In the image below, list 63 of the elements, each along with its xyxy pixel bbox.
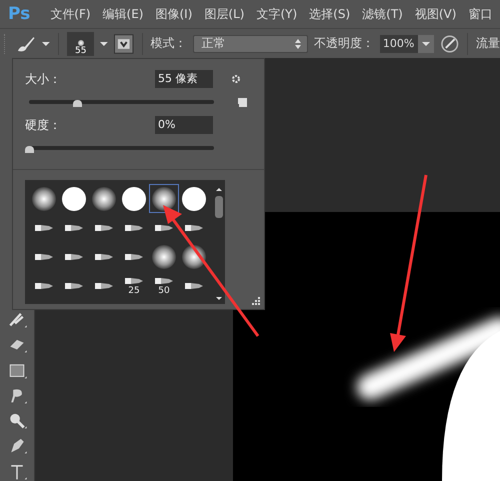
brush-size-label: 25 — [128, 286, 140, 296]
size-field[interactable]: 55 像素 — [155, 70, 213, 88]
menu-item[interactable]: 文字(Y) — [256, 6, 298, 22]
slider-thumb[interactable] — [73, 100, 82, 107]
brush-tip-icon — [65, 252, 83, 262]
brush-tip-icon — [155, 222, 173, 232]
slider-thumb[interactable] — [25, 146, 34, 153]
app-logo: Ps — [8, 4, 30, 24]
brush-tip-icon — [155, 276, 173, 286]
new-preset-icon[interactable] — [236, 96, 248, 108]
opacity-label: 不透明度： — [314, 35, 374, 52]
menu-item[interactable]: 图层(L) — [204, 6, 244, 22]
brush-panel-toggle-icon[interactable] — [114, 34, 134, 54]
menu-item[interactable]: 选择(S) — [309, 6, 350, 22]
brush-size-label: 50 — [158, 286, 170, 296]
menu-item[interactable]: 滤镜(T) — [362, 6, 403, 22]
flow-label: 流量 — [476, 35, 500, 52]
brush-tip-icon — [65, 280, 83, 290]
brush-tip-icon — [35, 280, 53, 290]
caret-icon[interactable] — [42, 40, 50, 46]
airbrush-icon[interactable] — [440, 34, 460, 54]
brush-tip-icon — [125, 276, 143, 286]
hard-brush-icon — [62, 186, 86, 210]
mode-dropdown[interactable]: 正常 — [192, 34, 308, 52]
caret-icon — [422, 40, 430, 46]
brush-tip-icon — [35, 252, 53, 262]
soft-brush-icon — [32, 186, 56, 210]
size-label: 大小： — [25, 70, 62, 88]
brush-tip-icon — [35, 222, 53, 232]
brush-preset-picker[interactable]: 55 — [67, 32, 94, 56]
resize-grip-icon[interactable] — [252, 297, 261, 306]
opacity-field[interactable]: 100% — [380, 34, 418, 52]
opacity-dropdown-button[interactable] — [418, 34, 434, 52]
caret-icon[interactable] — [100, 40, 108, 46]
hard-brush-icon — [182, 186, 206, 210]
brush-tip-icon — [185, 280, 203, 290]
menu-item[interactable]: 文件(F) — [50, 6, 91, 22]
scroll-thumb[interactable] — [215, 196, 223, 218]
brush-preset[interactable]: 50 — [149, 271, 179, 300]
brush-tip-icon — [95, 252, 113, 262]
size-slider[interactable] — [29, 100, 214, 104]
hardness-field[interactable]: 0% — [155, 116, 213, 134]
soft-brush-icon — [152, 186, 176, 210]
brush-tip-icon — [125, 222, 143, 232]
settings-icon[interactable] — [229, 73, 243, 85]
brush-tip-icon — [95, 280, 113, 290]
soft-brush-icon — [92, 186, 116, 210]
brush-preset[interactable]: 25 — [119, 271, 149, 300]
brush-tip-icon — [65, 222, 83, 232]
mode-label: 模式： — [150, 35, 187, 52]
menu-item[interactable]: 编辑(E) — [102, 6, 144, 22]
scroll-down-icon[interactable] — [216, 297, 222, 300]
soft-brush-icon — [152, 244, 176, 268]
brush-tip-icon — [125, 252, 143, 262]
brush-tip-icon — [185, 222, 203, 232]
hardness-label: 硬度： — [25, 116, 62, 134]
brush-tip-icon — [95, 222, 113, 232]
menu-item[interactable]: 图像(I) — [156, 6, 192, 22]
hard-brush-icon — [122, 186, 146, 210]
menu-item[interactable]: 窗口 — [468, 6, 492, 22]
scroll-up-icon[interactable] — [216, 188, 222, 191]
stepper-icon — [294, 38, 301, 48]
menu-item[interactable]: 视图(V) — [414, 6, 456, 22]
